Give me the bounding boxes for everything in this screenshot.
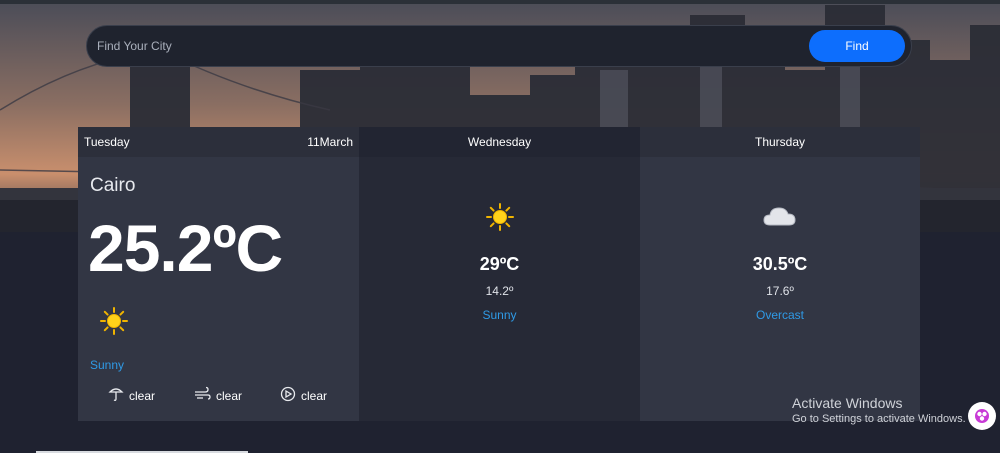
- forecast-min-temp: 17.6º: [766, 284, 794, 298]
- cloud-icon: [640, 203, 920, 229]
- activate-windows-title: Activate Windows: [792, 395, 903, 411]
- today-day: Tuesday: [84, 135, 130, 149]
- direction-value: clear: [301, 388, 328, 403]
- wind-value: clear: [216, 388, 243, 403]
- search-bar: Find: [86, 25, 912, 67]
- today-card: Tuesday 11March Cairo 25.2ºC Sunny clear…: [78, 127, 359, 421]
- assistant-badge-icon[interactable]: [968, 402, 996, 430]
- today-condition: Sunny: [90, 358, 125, 372]
- weather-app: Find Tuesday 11March Cairo 25.2ºC Sunny: [0, 0, 1000, 453]
- current-temperature: 25.2ºC: [88, 211, 283, 285]
- forecast-day: Wednesday: [467, 135, 532, 149]
- precipitation-value: clear: [129, 388, 156, 403]
- wind-icon: [194, 386, 211, 405]
- compass-icon: [280, 386, 296, 405]
- today-card-header: Tuesday 11March: [78, 127, 359, 157]
- wind-metric: clear: [194, 386, 242, 405]
- forecast-card-header: Thursday: [640, 127, 920, 157]
- sun-icon: [359, 203, 640, 231]
- direction-metric: clear: [280, 386, 327, 405]
- forecast-day: Thursday: [754, 135, 806, 149]
- umbrella-icon: [108, 386, 124, 405]
- city-name: Cairo: [90, 175, 136, 196]
- activate-windows-subtitle: Go to Settings to activate Windows.: [792, 413, 966, 425]
- sun-icon: [100, 307, 128, 340]
- top-border: [0, 0, 1000, 4]
- forecast-condition: Sunny: [482, 308, 517, 322]
- forecast-card-header: Wednesday: [359, 127, 640, 157]
- forecast-max-temp: 29ºC: [479, 254, 520, 274]
- today-date: 11March: [307, 135, 353, 149]
- forecast-min-temp: 14.2º: [485, 284, 514, 298]
- find-button[interactable]: Find: [809, 30, 905, 62]
- precipitation-metric: clear: [108, 386, 155, 405]
- forecast-condition: Overcast: [755, 308, 804, 322]
- forecast-max-temp: 30.5ºC: [752, 254, 808, 274]
- forecast-card-thursday: Thursday 30.5ºC 17.6º Overcast: [640, 127, 920, 421]
- city-search-input[interactable]: [97, 26, 797, 66]
- forecast-card-wednesday: Wednesday 29ºC 14.2º Sunny: [359, 127, 640, 421]
